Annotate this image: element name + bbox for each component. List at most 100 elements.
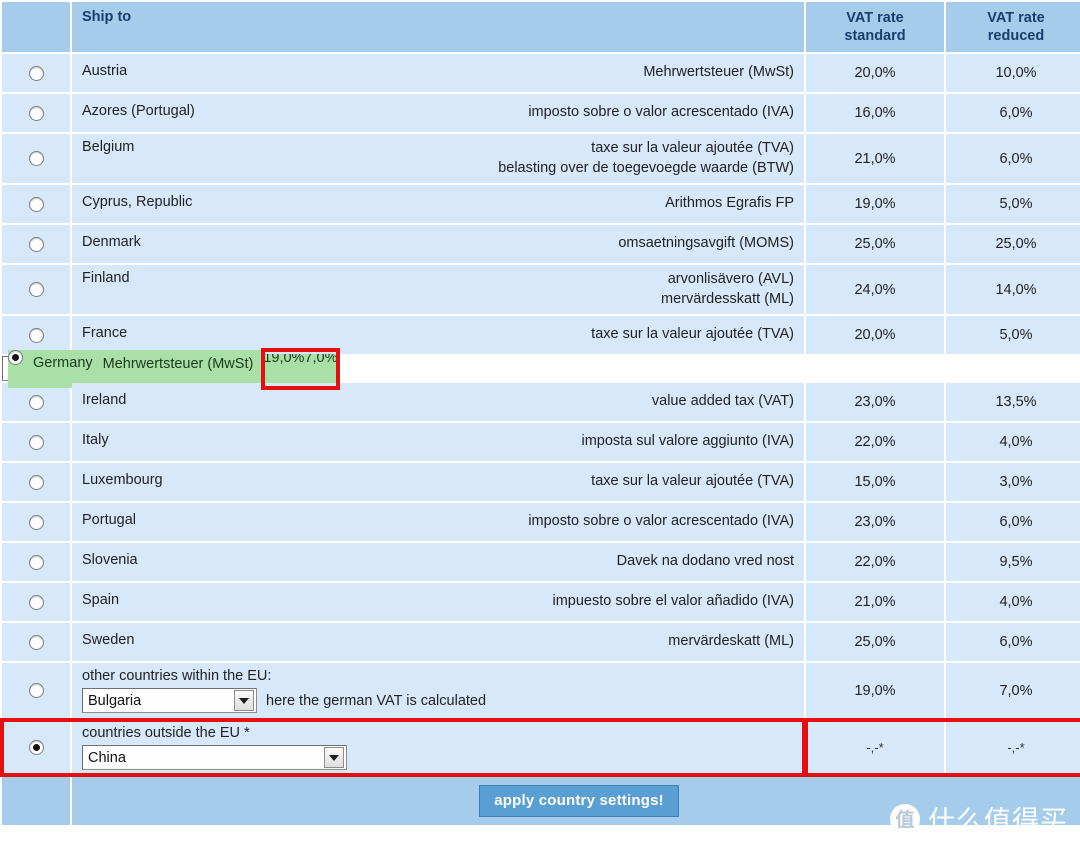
table-row[interactable]: Denmark omsaetningsavgift (MOMS) 25,0% 25,0… xyxy=(2,225,1080,264)
radio-cell-portugal[interactable] xyxy=(2,503,70,542)
country-cell[interactable]: Cyprus, Republic Arithmos Egrafis FP xyxy=(72,185,804,224)
radio-cell-germany[interactable] xyxy=(8,349,23,388)
vat-reduced-cell: 14,0% xyxy=(946,265,1080,315)
country-cell[interactable]: Austria Mehrwertsteuer (MwSt) xyxy=(72,54,804,92)
country-label: Cyprus, Republic xyxy=(82,194,193,211)
other-eu-label: other countries within the EU: xyxy=(82,668,272,685)
country-label: Slovenia xyxy=(82,552,138,569)
radio-cell-france[interactable] xyxy=(2,316,70,355)
radio-cell-other-eu[interactable] xyxy=(2,663,70,719)
country-label: Belgium xyxy=(82,139,135,155)
table-row[interactable]: Finland arvonlisävero (AVL) mervärdesskatt… xyxy=(2,265,1080,315)
tax-name-label: mervärdeskatt (ML) xyxy=(668,633,794,650)
radio-cell-slovenia[interactable] xyxy=(2,543,70,582)
vat-standard-cell: 20,0% xyxy=(806,316,944,355)
other-eu-note: here the german VAT is calculated xyxy=(266,692,487,709)
tax-name-label: Davek na dodano vred nost xyxy=(616,553,794,570)
radio-cell-austria[interactable] xyxy=(2,54,70,92)
other-eu-cell[interactable]: other countries within the EU: Bulgaria he… xyxy=(72,663,804,719)
vat-standard-cell: 21,0% xyxy=(806,134,944,184)
radio-button-sweden[interactable] xyxy=(28,634,44,650)
country-cell[interactable]: Italy imposta sul valore aggiunto (IVA) xyxy=(72,423,804,462)
radio-button-finland[interactable] xyxy=(28,282,44,298)
table-row[interactable]: Germany Mehrwertsteuer (MwSt) 19,0% 7,0% xyxy=(2,349,339,388)
radio-button-belgium[interactable] xyxy=(28,151,44,167)
radio-button-spain[interactable] xyxy=(28,594,44,610)
radio-button-slovenia[interactable] xyxy=(28,554,44,570)
outside-eu-country-select[interactable]: China xyxy=(82,745,347,771)
country-cell[interactable]: Portugal imposto sobre o valor acrescenta… xyxy=(72,503,804,542)
radio-cell-cyprus-republic[interactable] xyxy=(2,185,70,224)
table-row[interactable]: Slovenia Davek na dodano vred nost 22,0% 9,… xyxy=(2,543,1080,582)
radio-cell-sweden[interactable] xyxy=(2,623,70,662)
table-row[interactable]: Sweden mervärdeskatt (ML) 25,0% 6,0% xyxy=(2,623,1080,662)
radio-button-other-eu[interactable] xyxy=(28,683,44,699)
table-row[interactable]: Cyprus, Republic Arithmos Egrafis FP 19,0%… xyxy=(2,185,1080,224)
table-row[interactable]: Portugal imposto sobre o valor acrescenta… xyxy=(2,503,1080,542)
table-row[interactable]: Azores (Portugal) imposto sobre o valor a… xyxy=(2,94,1080,132)
radio-cell-finland[interactable] xyxy=(2,265,70,315)
country-cell[interactable]: Finland arvonlisävero (AVL) mervärdesskatt… xyxy=(72,265,804,315)
country-cell[interactable]: Slovenia Davek na dodano vred nost xyxy=(72,543,804,582)
table-row[interactable]: Italy imposta sul valore aggiunto (IVA) 22… xyxy=(2,423,1080,462)
country-cell[interactable]: Germany Mehrwertsteuer (MwSt) xyxy=(23,349,264,388)
table-row[interactable]: Austria Mehrwertsteuer (MwSt) 20,0% 10,0% xyxy=(2,54,1080,92)
radio-button-portugal[interactable] xyxy=(28,514,44,530)
country-label: Italy xyxy=(82,432,109,449)
country-label: Spain xyxy=(82,592,120,609)
radio-cell-outside-eu[interactable] xyxy=(2,720,70,776)
table-row[interactable]: Belgium taxe sur la valeur ajoutée (TVA) b… xyxy=(2,134,1080,184)
radio-cell-ireland[interactable] xyxy=(2,383,70,422)
table-row[interactable]: Luxembourg taxe sur la valeur ajoutée (TV… xyxy=(2,463,1080,502)
table-row[interactable]: Spain impuesto sobre el valor añadido (IV… xyxy=(2,583,1080,622)
vat-reduced-cell: 25,0% xyxy=(946,225,1080,264)
radio-button-azores-portugal[interactable] xyxy=(28,105,44,121)
radio-button-ireland[interactable] xyxy=(28,394,44,410)
country-cell[interactable]: Denmark omsaetningsavgift (MOMS) xyxy=(72,225,804,264)
radio-button-germany[interactable] xyxy=(8,350,23,366)
radio-cell-denmark[interactable] xyxy=(2,225,70,264)
vat-standard-cell: 25,0% xyxy=(806,225,944,264)
country-cell[interactable]: Ireland value added tax (VAT) xyxy=(72,383,804,422)
radio-cell-belgium[interactable] xyxy=(2,134,70,184)
table-row[interactable]: Ireland value added tax (VAT) 23,0% 13,5% xyxy=(2,383,1080,422)
header-vat-reduced-line2: reduced xyxy=(987,28,1045,44)
country-cell[interactable]: Sweden mervärdeskatt (ML) xyxy=(72,623,804,662)
vat-reduced-cell: 6,0% xyxy=(946,134,1080,184)
other-eu-country-select[interactable]: Bulgaria xyxy=(82,688,257,714)
tax-name-label: taxe sur la valeur ajoutée (TVA) xyxy=(591,473,794,490)
chevron-down-icon[interactable] xyxy=(324,747,344,769)
other-eu-row[interactable]: other countries within the EU: Bulgaria he… xyxy=(2,663,1080,719)
footer-blank-cell xyxy=(2,777,70,826)
radio-button-outside-eu[interactable] xyxy=(28,740,44,756)
radio-button-luxembourg[interactable] xyxy=(28,474,44,490)
vat-reduced-cell: 13,5% xyxy=(946,383,1080,422)
radio-cell-spain[interactable] xyxy=(2,583,70,622)
chevron-down-icon[interactable] xyxy=(234,690,254,712)
radio-button-cyprus-republic[interactable] xyxy=(28,196,44,212)
radio-button-italy[interactable] xyxy=(28,434,44,450)
vat-reduced-cell: 4,0% xyxy=(946,583,1080,622)
radio-button-austria[interactable] xyxy=(28,65,44,81)
country-cell[interactable]: France taxe sur la valeur ajoutée (TVA) xyxy=(72,316,804,355)
country-cell[interactable]: Spain impuesto sobre el valor añadido (IV… xyxy=(72,583,804,622)
tax-name-label: imposta sul valore aggiunto (IVA) xyxy=(581,433,794,450)
header-vat-standard-line1: VAT rate xyxy=(846,9,904,26)
radio-cell-azores-portugal[interactable] xyxy=(2,94,70,132)
country-cell[interactable]: Luxembourg taxe sur la valeur ajoutée (TV… xyxy=(72,463,804,502)
tax-name-label: Arithmos Egrafis FP xyxy=(665,195,794,212)
vat-standard-cell: 22,0% xyxy=(806,543,944,582)
apply-country-settings-button[interactable]: apply country settings! xyxy=(479,785,679,818)
radio-cell-italy[interactable] xyxy=(2,423,70,462)
other-eu-vat-reduced-cell: 7,0% xyxy=(946,663,1080,719)
outside-eu-row[interactable]: countries outside the EU * China -,-* -,-* xyxy=(2,720,1080,776)
outside-eu-vat-reduced-cell: -,-* xyxy=(946,720,1080,776)
country-cell[interactable]: Azores (Portugal) imposto sobre o valor a… xyxy=(72,94,804,132)
country-cell[interactable]: Belgium taxe sur la valeur ajoutée (TVA) b… xyxy=(72,134,804,184)
radio-button-france[interactable] xyxy=(28,327,44,343)
tax-name-label: taxe sur la valeur ajoutée (TVA) belastin… xyxy=(498,140,794,176)
outside-eu-cell[interactable]: countries outside the EU * China xyxy=(72,720,804,776)
radio-cell-luxembourg[interactable] xyxy=(2,463,70,502)
radio-button-denmark[interactable] xyxy=(28,236,44,252)
table-row[interactable]: France taxe sur la valeur ajoutée (TVA) 20… xyxy=(2,316,1080,355)
